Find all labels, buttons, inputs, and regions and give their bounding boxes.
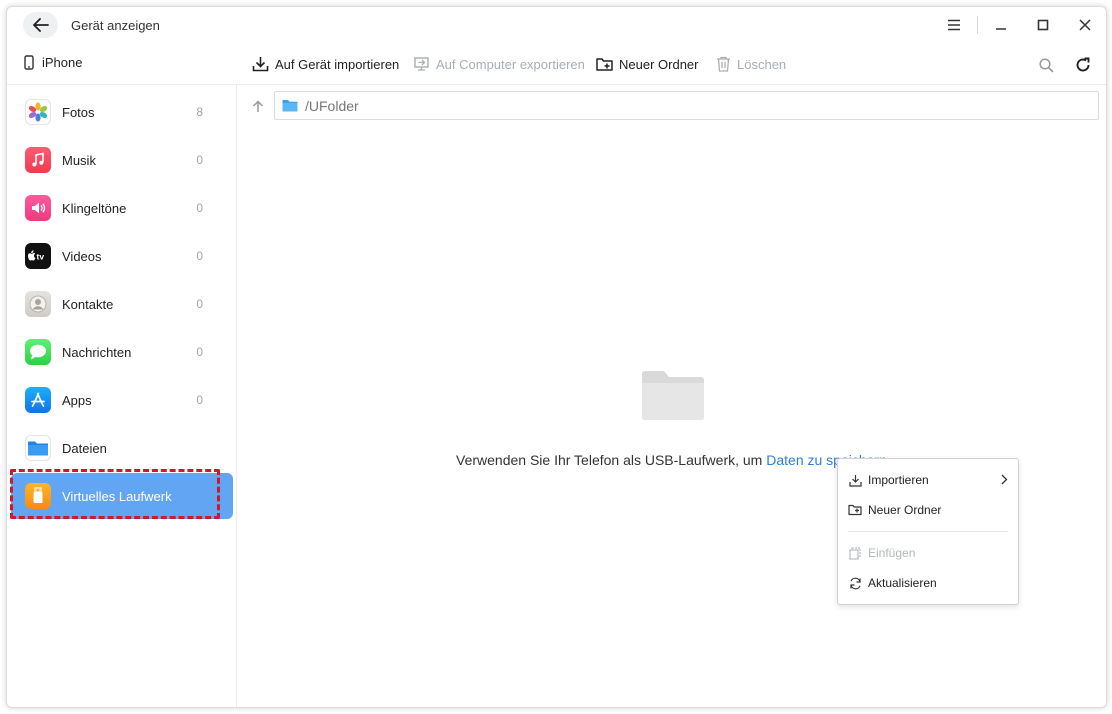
- context-menu-separator: [848, 531, 1008, 532]
- path-text: /UFolder: [305, 97, 359, 114]
- photos-icon: [25, 99, 51, 125]
- sidebar-item-count: 0: [196, 345, 203, 359]
- delete-button[interactable]: Löschen: [716, 53, 786, 75]
- sidebar-item-label: Kontakte: [62, 296, 114, 312]
- new-folder-icon: [848, 503, 862, 517]
- sidebar-item-count: 0: [196, 297, 203, 311]
- ringtone-icon: [25, 195, 51, 221]
- empty-folder-icon: [642, 371, 704, 420]
- download-icon: [252, 57, 269, 72]
- files-icon: [25, 435, 51, 461]
- sidebar-item-files[interactable]: Dateien: [11, 425, 233, 471]
- sidebar-item-label: Musik: [62, 152, 96, 168]
- messages-icon: [25, 339, 51, 365]
- device-indicator: iPhone: [24, 55, 82, 70]
- new-folder-label: Neuer Ordner: [619, 56, 699, 72]
- sidebar-item-count: 0: [196, 201, 203, 215]
- arrow-up-icon: [252, 99, 264, 112]
- maximize-button[interactable]: [1022, 7, 1064, 43]
- trash-icon: [717, 56, 730, 72]
- app-window: Gerät anzeigen iPhone Auf Gerät importie…: [6, 6, 1107, 708]
- new-folder-icon: [596, 57, 613, 71]
- sidebar-item-ringtones[interactable]: Klingeltöne 0: [11, 185, 233, 231]
- window-controls: [933, 7, 1106, 43]
- sidebar-item-count: 0: [196, 393, 203, 407]
- usb-drive-icon: [25, 483, 51, 509]
- context-menu: Importieren Neuer Ordner Einfügen Aktual…: [837, 458, 1019, 605]
- sidebar-item-label: Nachrichten: [62, 344, 132, 360]
- sidebar-item-label: Videos: [62, 248, 102, 264]
- path-bar[interactable]: /UFolder: [274, 91, 1099, 120]
- context-menu-refresh[interactable]: Aktualisieren: [838, 570, 1018, 596]
- context-menu-new-folder[interactable]: Neuer Ordner: [838, 497, 1018, 523]
- context-menu-import[interactable]: Importieren: [838, 467, 1018, 493]
- svg-text:tv: tv: [37, 252, 45, 262]
- empty-state-text: Verwenden Sie Ihr Telefon als USB-Laufwe…: [456, 452, 767, 468]
- search-icon: [1038, 57, 1054, 73]
- chevron-right-icon: [1001, 473, 1008, 488]
- title-bar: Gerät anzeigen: [7, 7, 1106, 43]
- sidebar-item-label: Klingeltöne: [62, 200, 127, 216]
- new-folder-button[interactable]: Neuer Ordner: [596, 53, 698, 75]
- main-panel: /UFolder Verwenden Sie Ihr Telefon als U…: [238, 85, 1106, 707]
- sidebar-item-count: 8: [196, 105, 203, 119]
- up-directory-button[interactable]: [249, 97, 267, 115]
- sidebar-item-messages[interactable]: Nachrichten 0: [11, 329, 233, 375]
- sidebar-item-label: Virtuelles Laufwerk: [62, 488, 172, 504]
- window-title: Gerät anzeigen: [71, 18, 160, 33]
- sidebar-item-label: Dateien: [62, 440, 107, 456]
- appstore-icon: [25, 387, 51, 413]
- empty-state-message: Verwenden Sie Ihr Telefon als USB-Laufwe…: [456, 452, 887, 468]
- sidebar-item-virtual-drive[interactable]: Virtuelles Laufwerk: [11, 473, 233, 519]
- search-button[interactable]: [1036, 55, 1056, 75]
- minimize-icon: [996, 28, 1006, 30]
- export-to-computer-label: Auf Computer exportieren: [436, 56, 585, 72]
- maximize-icon: [1037, 19, 1049, 31]
- menu-button[interactable]: [933, 7, 975, 43]
- tv-icon: tv: [25, 243, 51, 269]
- device-name: iPhone: [42, 55, 83, 70]
- import-to-device-button[interactable]: Auf Gerät importieren: [252, 53, 399, 75]
- refresh-icon: [1076, 57, 1090, 72]
- phone-icon: [24, 55, 34, 70]
- import-icon: [848, 473, 862, 487]
- sidebar-item-apps[interactable]: Apps 0: [11, 377, 233, 423]
- refresh-button[interactable]: [1073, 55, 1093, 75]
- context-menu-label: Importieren: [868, 473, 929, 487]
- hamburger-menu-icon: [948, 19, 960, 31]
- delete-label: Löschen: [737, 56, 787, 72]
- empty-folder-illustration: [641, 369, 705, 424]
- contacts-icon: [25, 291, 51, 317]
- context-menu-label: Einfügen: [868, 546, 916, 560]
- paste-icon: [848, 546, 862, 560]
- export-icon: [414, 57, 429, 71]
- context-menu-paste[interactable]: Einfügen: [838, 540, 1018, 566]
- context-menu-label: Aktualisieren: [868, 576, 937, 590]
- sidebar: Fotos 8 Musik 0 Klingeltöne 0 tv Videos …: [7, 85, 237, 707]
- close-icon: [1079, 19, 1091, 31]
- sidebar-item-photos[interactable]: Fotos 8: [11, 89, 233, 135]
- sidebar-item-label: Apps: [62, 392, 92, 408]
- sidebar-item-count: 0: [196, 153, 203, 167]
- window-controls-divider: [977, 16, 978, 34]
- context-menu-label: Neuer Ordner: [868, 503, 942, 517]
- minimize-button[interactable]: [980, 7, 1022, 43]
- sidebar-item-contacts[interactable]: Kontakte 0: [11, 281, 233, 327]
- sidebar-item-videos[interactable]: tv Videos 0: [11, 233, 233, 279]
- music-icon: [25, 147, 51, 173]
- sidebar-item-count: 0: [196, 249, 203, 263]
- back-button[interactable]: [23, 12, 58, 38]
- refresh-icon: [848, 576, 862, 590]
- folder-icon: [282, 100, 298, 112]
- sidebar-item-music[interactable]: Musik 0: [11, 137, 233, 183]
- import-to-device-label: Auf Gerät importieren: [275, 56, 400, 72]
- toolbar: iPhone Auf Gerät importieren Auf Compute…: [7, 43, 1106, 85]
- close-button[interactable]: [1064, 7, 1106, 43]
- sidebar-item-label: Fotos: [62, 104, 95, 120]
- arrow-left-icon: [32, 18, 49, 32]
- export-to-computer-button[interactable]: Auf Computer exportieren: [413, 53, 585, 75]
